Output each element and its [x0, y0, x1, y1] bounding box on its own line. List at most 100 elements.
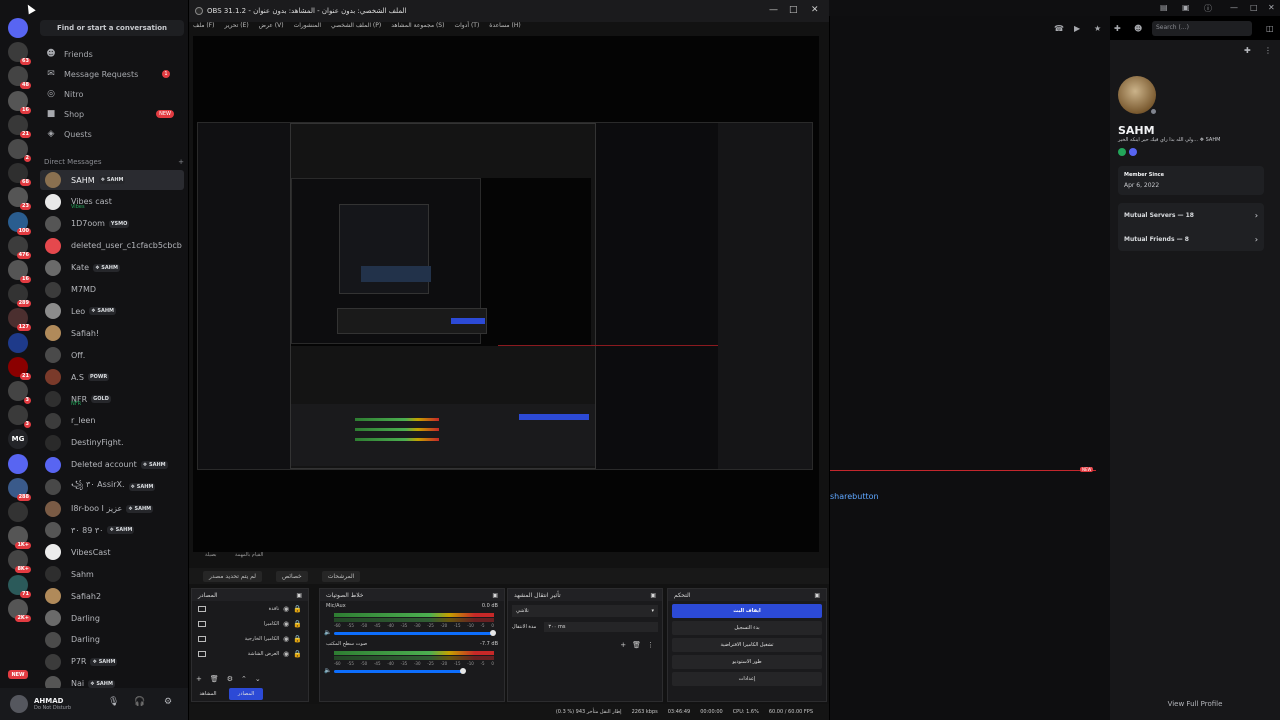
more-options-icon[interactable]: ⋮	[1264, 46, 1272, 55]
server-icon[interactable]: 21	[8, 356, 31, 380]
dm-item[interactable]: r_leen	[40, 411, 184, 431]
pin-icon[interactable]: ★	[1094, 24, 1101, 33]
headphones-icon[interactable]: 🎧	[134, 697, 145, 707]
server-icon[interactable]	[8, 18, 28, 38]
virtual-camera-button[interactable]: تشغيل الكاميرا الافتراضية	[672, 638, 822, 652]
dm-item[interactable]: Darling	[40, 608, 184, 628]
boost-badge-icon[interactable]	[1129, 148, 1137, 156]
maximize-icon[interactable]: □	[1250, 3, 1258, 12]
studio-mode-button[interactable]: طور الاستوديو	[672, 655, 822, 669]
dm-item[interactable]: Darling	[40, 630, 184, 650]
server-icon[interactable]: 16	[8, 90, 31, 114]
server-icon[interactable]: 16	[8, 260, 31, 283]
add-source-icon[interactable]: +	[196, 675, 202, 683]
server-icon[interactable]: 127	[8, 308, 31, 332]
obs-menu-item[interactable]: مجموعة المشاهد (S)	[391, 22, 444, 34]
find-conversation-button[interactable]: Find or start a conversation	[40, 20, 184, 36]
dm-item[interactable]: DestinyFight.	[40, 433, 184, 453]
duration-input[interactable]: ٣٠٠ ms	[544, 622, 658, 632]
obs-menu-item[interactable]: عرض (V)	[259, 22, 284, 34]
call-icon[interactable]: ☎	[1054, 24, 1064, 33]
source-row[interactable]: الكاميرا الخارجية ◉ 🔒	[192, 631, 308, 646]
source-row[interactable]: الكاميرا ◉ 🔒	[192, 616, 308, 631]
move-down-icon[interactable]: ⌄	[255, 675, 261, 683]
obs-minimize-icon[interactable]: —	[769, 5, 778, 15]
server-icon[interactable]: 48	[8, 66, 31, 90]
obs-menu-item[interactable]: ملف (F)	[193, 22, 214, 34]
transition-select[interactable]: تلاشي ▾	[512, 605, 658, 617]
source-row[interactable]: نافذة ◉ 🔒	[192, 601, 308, 616]
profile-avatar[interactable]	[1118, 76, 1158, 116]
lock-icon[interactable]: 🔒	[293, 605, 302, 613]
dm-item[interactable]: ٣٠ 89 ٣٠ ❖ SAHM	[40, 520, 184, 540]
obs-close-icon[interactable]: ✕	[811, 5, 819, 15]
server-icon[interactable]	[8, 453, 28, 474]
inbox-icon[interactable]: ▤	[1160, 3, 1168, 12]
dm-item[interactable]: Off.	[40, 345, 184, 365]
dock-settings-icon[interactable]: ▣	[492, 592, 498, 599]
obs-maximize-icon[interactable]: □	[789, 5, 798, 15]
server-icon[interactable]: 3	[8, 381, 31, 404]
server-icon[interactable]: 23	[8, 187, 31, 211]
view-full-profile-link[interactable]: View Full Profile	[1110, 700, 1280, 708]
remove-source-icon[interactable]: 🗑	[210, 675, 219, 683]
server-icon[interactable]: 2	[8, 139, 31, 162]
obs-menu-item[interactable]: تحرير (E)	[224, 22, 248, 34]
nav-nitro[interactable]: ◎ Nitro	[40, 85, 184, 103]
dm-item[interactable]: Deleted account ❖ SAHM	[40, 455, 184, 475]
user-profile-icon[interactable]: ☻	[1134, 24, 1142, 33]
server-icon[interactable]: 68	[8, 163, 31, 187]
stop-streaming-button[interactable]: ايقاف البث	[672, 604, 822, 618]
inbox-tray-icon[interactable]: ◫	[1266, 24, 1274, 33]
obs-preview[interactable]	[193, 36, 819, 552]
server-icon[interactable]: 1K+	[8, 526, 31, 550]
nav-message-requests[interactable]: ✉ Message Requests 1	[40, 65, 184, 83]
mutual-servers-row[interactable]: Mutual Servers — 18 ›	[1118, 203, 1264, 227]
dm-item[interactable]: P7R ❖ SAHM	[40, 652, 184, 672]
speaker-icon[interactable]: 🔈	[324, 667, 331, 674]
dock-settings-icon[interactable]: ▣	[296, 592, 302, 599]
add-transition-icon[interactable]: +	[620, 641, 626, 649]
properties-button[interactable]: خصائص	[276, 570, 308, 582]
server-icon[interactable]	[8, 332, 28, 353]
nav-friends[interactable]: ☻ Friends	[40, 45, 184, 63]
search-input[interactable]: Search (...)	[1152, 21, 1252, 36]
server-icon[interactable]: 288	[8, 477, 31, 501]
nitro-badge-icon[interactable]	[1118, 148, 1126, 156]
create-dm-button[interactable]: +	[178, 158, 184, 166]
dm-item[interactable]: Sahm	[40, 564, 184, 584]
server-icon[interactable]: 289	[8, 284, 31, 308]
nav-shop[interactable]: ■ Shop NEW	[40, 105, 184, 123]
server-icon[interactable]: 2K+	[8, 598, 31, 622]
server-icon[interactable]: MG	[8, 429, 28, 450]
volume-fader[interactable]	[334, 632, 494, 635]
dm-item[interactable]: Kate ❖ SAHM	[40, 258, 184, 278]
dm-item[interactable]: NFR GOLD NFR	[40, 389, 184, 409]
add-friends-icon[interactable]: ✚	[1114, 24, 1121, 33]
user-avatar[interactable]	[10, 695, 28, 713]
dm-item[interactable]: 1D7oom YSMO	[40, 214, 184, 234]
nav-quests[interactable]: ◈ Quests	[40, 125, 184, 143]
server-icon[interactable]	[8, 502, 28, 522]
fader-knob[interactable]	[460, 668, 466, 674]
visibility-eye-icon[interactable]: ◉	[283, 650, 289, 658]
move-up-icon[interactable]: ⌃	[241, 675, 247, 683]
source-row[interactable]: العرض الشاشة ◉ 🔒	[192, 646, 308, 661]
visibility-eye-icon[interactable]: ◉	[283, 605, 289, 613]
source-properties-icon[interactable]: ⚙	[227, 675, 233, 683]
more-icon[interactable]: ⋮	[647, 641, 654, 649]
speaker-icon[interactable]: 🔈	[324, 629, 331, 636]
obs-menu-item[interactable]: الملف الشخصي (P)	[331, 22, 381, 34]
dm-item[interactable]: I8r-boo I عزيز ❖ SAHM	[40, 499, 184, 519]
visibility-eye-icon[interactable]: ◉	[283, 635, 289, 643]
dm-item[interactable]: Safiah!	[40, 323, 184, 343]
close-icon[interactable]: ✕	[1268, 3, 1275, 12]
monitor-icon[interactable]: ▣	[1182, 3, 1190, 12]
server-icon[interactable]: 21	[8, 114, 31, 138]
remove-transition-icon[interactable]: 🗑	[632, 641, 641, 649]
server-icon[interactable]: 100	[8, 211, 31, 235]
settings-button[interactable]: إعدادات	[672, 672, 822, 686]
server-icon[interactable]: 8K+	[8, 550, 31, 574]
dm-item[interactable]: deleted_user_c1cfacb5cbcb	[40, 236, 184, 256]
server-icon[interactable]: 71	[8, 574, 31, 598]
